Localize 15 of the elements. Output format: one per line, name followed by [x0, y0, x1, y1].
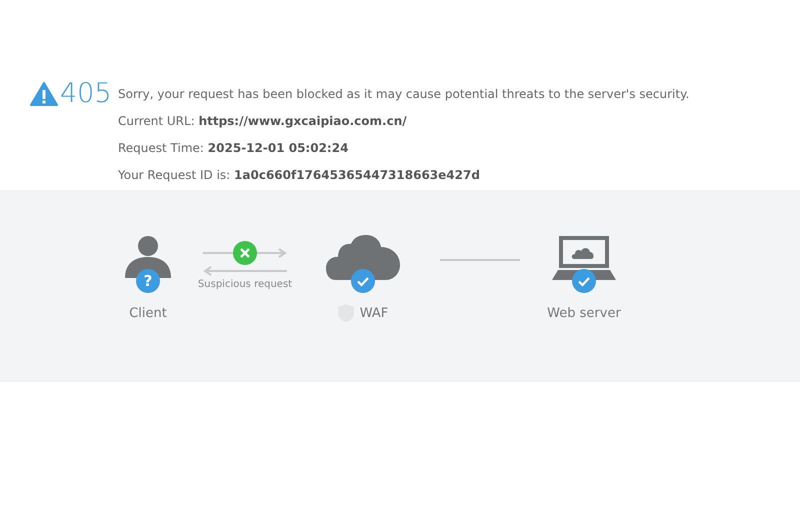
- detail-text: Current URL: https://www.gxcaipiao.com.cn/: [118, 113, 408, 129]
- cloud-icon: [326, 235, 400, 281]
- question-badge: ?: [136, 269, 160, 293]
- warning-icon: [30, 82, 58, 106]
- detail-text: Your Request ID is: 1a0c660f17645365447318663e427d: [118, 167, 481, 183]
- error-message: Sorry, your request has been blocked as it may cause potential threats to the server's security.: [118, 86, 690, 102]
- error-code: 405: [60, 78, 112, 110]
- detail-text: Request Time: 2025-12-01 05:02:24: [118, 140, 350, 156]
- node-label: WAF: [360, 306, 388, 320]
- request-label: Suspicious request: [198, 279, 292, 290]
- arrow-right-icon: [203, 248, 287, 258]
- node-label: Web server: [547, 306, 621, 320]
- arrow-left-icon: [203, 266, 287, 276]
- node-label: Client: [129, 306, 167, 320]
- laptop-icon: [552, 235, 616, 281]
